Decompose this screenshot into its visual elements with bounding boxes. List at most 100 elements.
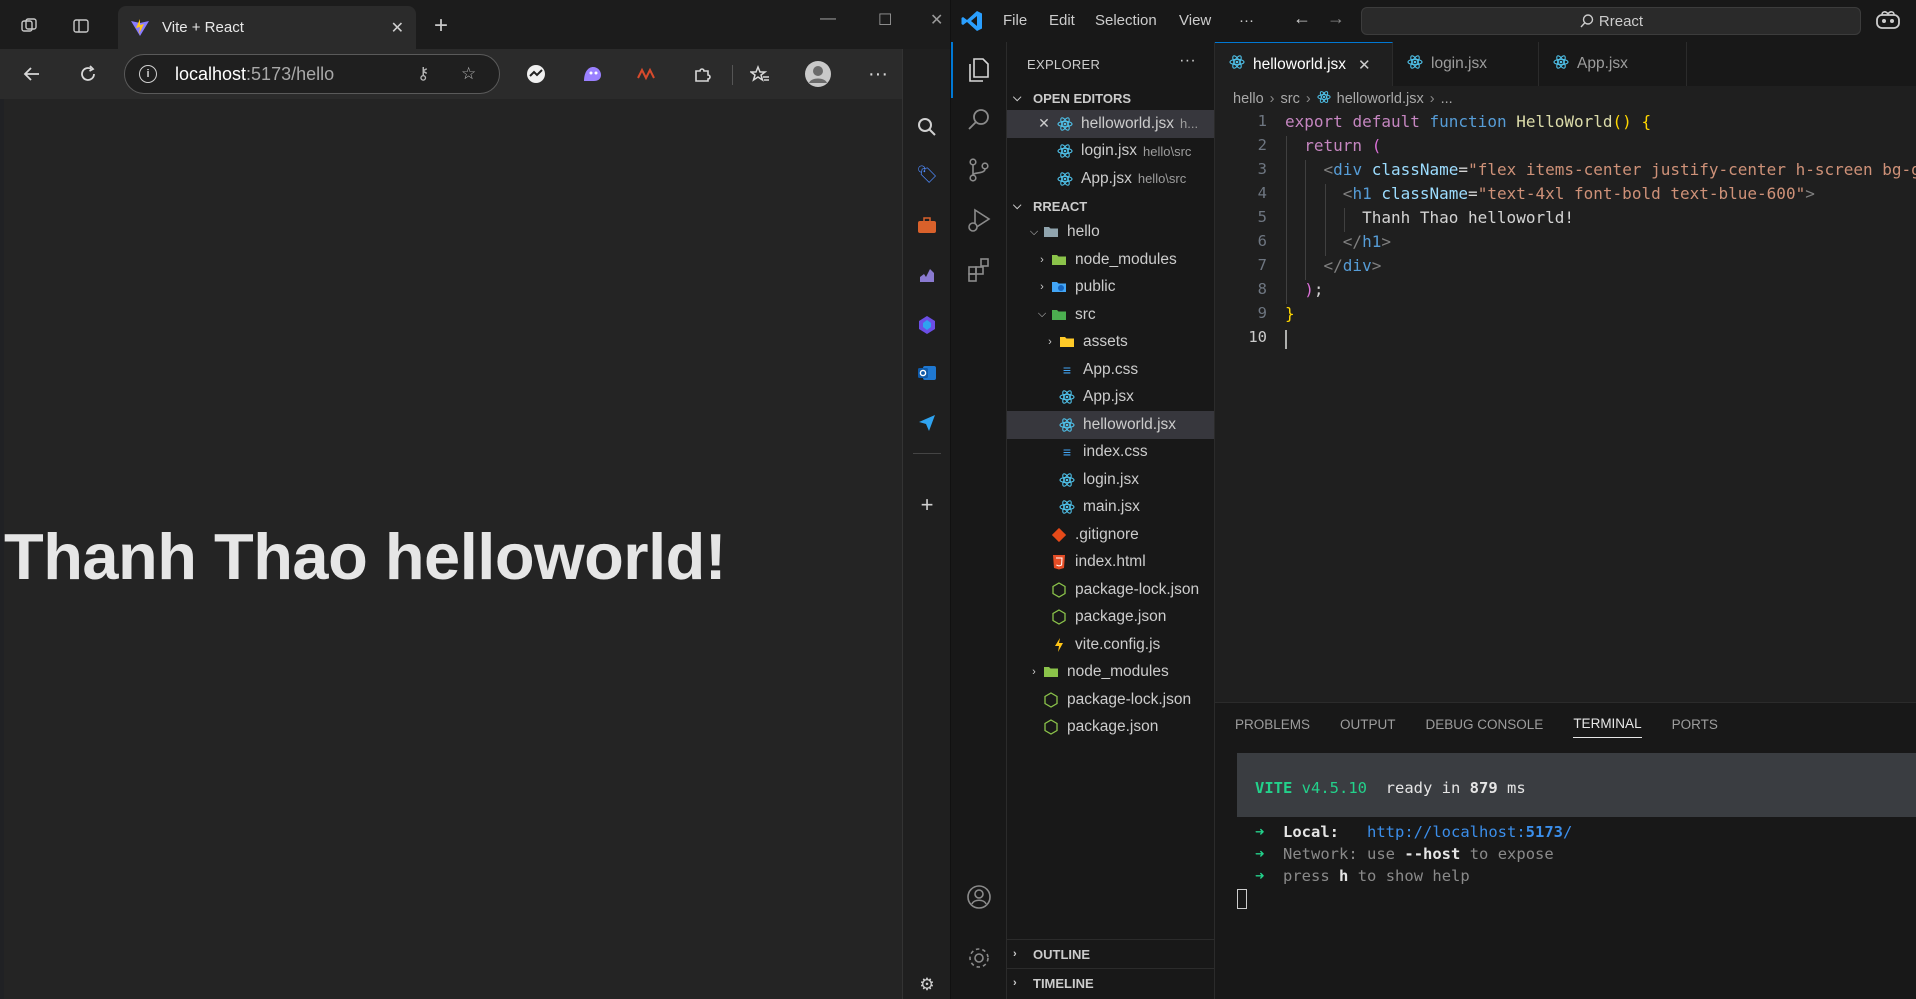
tree-folder-assets[interactable]: › assets [1007, 329, 1214, 357]
outlook-icon[interactable] [915, 361, 939, 385]
browser-toolbar: i localhost:5173/hello ⚷ ☆ ··· [0, 49, 950, 99]
open-editor-item[interactable]: App.jsx hello\src [1007, 165, 1214, 193]
tree-file-vite-config[interactable]: vite.config.js [1007, 631, 1214, 659]
tree-file-app-css[interactable]: ≡ App.css [1007, 356, 1214, 384]
tree-folder-node-modules[interactable]: › node_modules [1007, 246, 1214, 274]
open-editors-section[interactable]: ⌵ OPEN EDITORS [1007, 86, 1214, 110]
new-tab-icon[interactable]: + [426, 12, 456, 40]
tab-terminal[interactable]: TERMINAL [1573, 710, 1642, 738]
react-file-icon [1229, 54, 1245, 75]
explorer-icon[interactable] [963, 54, 995, 86]
shopping-tag-icon[interactable]: 🏷 [915, 163, 939, 187]
tree-file-gitignore[interactable]: .gitignore [1007, 521, 1214, 549]
refresh-icon[interactable] [72, 59, 104, 89]
sidebar-settings-icon[interactable]: ⚙ [915, 973, 939, 997]
breadcrumb-item[interactable]: helloworld.jsx [1337, 91, 1424, 107]
command-center[interactable]: Rreact [1361, 7, 1861, 35]
search-icon[interactable] [915, 115, 939, 139]
games-icon[interactable] [915, 263, 939, 287]
tree-file-index-css[interactable]: ≡ index.css [1007, 439, 1214, 467]
local-url-slash[interactable]: / [1563, 823, 1572, 841]
workspace-section[interactable]: ⌵ RREACT [1007, 195, 1214, 219]
tools-briefcase-icon[interactable] [915, 213, 939, 237]
open-editor-desc: hello\src [1137, 171, 1187, 187]
maximize-icon[interactable]: ☐ [878, 10, 892, 30]
tree-file-helloworld-jsx[interactable]: helloworld.jsx [1007, 411, 1214, 439]
key-icon[interactable]: ⚷ [417, 64, 429, 84]
address-bar[interactable]: i localhost:5173/hello ⚷ ☆ [124, 54, 500, 94]
copilot-icon[interactable] [1875, 9, 1901, 35]
tab-debug-console[interactable]: DEBUG CONSOLE [1426, 711, 1544, 738]
close-window-icon[interactable]: ✕ [930, 10, 943, 30]
extension-signal-icon[interactable] [630, 59, 662, 89]
tree-file-root-package-lock[interactable]: package-lock.json [1007, 686, 1214, 714]
workspaces-icon[interactable] [14, 12, 44, 40]
send-icon[interactable] [915, 411, 939, 435]
open-editor-item[interactable]: ✕ helloworld.jsx h... [1007, 110, 1214, 138]
add-sidebar-app-icon[interactable]: + [915, 492, 939, 517]
close-tab-icon[interactable]: ✕ [1358, 56, 1371, 74]
timeline-section[interactable]: › TIMELINE [1007, 969, 1215, 997]
site-info-icon[interactable]: i [139, 65, 157, 83]
breadcrumb-item[interactable]: ... [1441, 91, 1453, 107]
nav-forward-icon[interactable]: → [1327, 8, 1345, 29]
vertical-tabs-icon[interactable] [66, 12, 96, 40]
tab-helloworld-jsx[interactable]: helloworld.jsx ✕ [1215, 42, 1393, 86]
favorites-icon[interactable] [744, 59, 776, 89]
close-icon[interactable]: ✕ [1037, 115, 1051, 132]
explorer-more-icon[interactable]: ··· [1179, 52, 1196, 70]
menu-more[interactable]: ··· [1239, 12, 1254, 29]
nav-back-icon[interactable]: ← [1293, 8, 1311, 29]
breadcrumb-item[interactable]: hello [1233, 91, 1264, 107]
menu-edit[interactable]: Edit [1049, 12, 1075, 29]
tree-folder-hello[interactable]: ⌵ hello [1007, 219, 1214, 247]
favorite-star-icon[interactable]: ☆ [461, 64, 476, 84]
tab-app-jsx[interactable]: App.jsx [1539, 42, 1687, 86]
tree-folder-root-node-modules[interactable]: › node_modules [1007, 659, 1214, 687]
tree-file-package-json[interactable]: package.json [1007, 604, 1214, 632]
tree-file-index-html[interactable]: index.html [1007, 549, 1214, 577]
accounts-icon[interactable] [963, 881, 995, 913]
tree-label: main.jsx [1083, 498, 1140, 516]
browser-tab-active[interactable]: Vite + React ✕ [118, 6, 416, 49]
tree-folder-public[interactable]: › public [1007, 274, 1214, 302]
run-debug-icon[interactable] [963, 204, 995, 236]
menu-file[interactable]: File [1003, 12, 1027, 29]
tree-file-login-jsx[interactable]: login.jsx [1007, 466, 1214, 494]
extension-ghost-icon[interactable] [576, 59, 608, 89]
menu-selection[interactable]: Selection [1095, 12, 1157, 29]
tree-file-root-package-json[interactable]: package.json [1007, 714, 1214, 742]
breadcrumb-item[interactable]: src [1280, 91, 1299, 107]
open-editor-item[interactable]: login.jsx hello\src [1007, 138, 1214, 166]
ready-label: ready in [1385, 779, 1461, 797]
local-url[interactable]: http://localhost: [1367, 823, 1526, 841]
tab-problems[interactable]: PROBLEMS [1235, 711, 1310, 738]
active-indicator [951, 42, 953, 98]
source-control-icon[interactable] [963, 154, 995, 186]
tree-folder-src[interactable]: ⌵ src [1007, 301, 1214, 329]
minimize-icon[interactable]: — [820, 10, 836, 28]
tab-login-jsx[interactable]: login.jsx [1393, 42, 1539, 86]
microsoft-365-icon[interactable] [915, 313, 939, 337]
outline-section[interactable]: › OUTLINE [1007, 940, 1215, 968]
extensions-icon[interactable] [963, 254, 995, 286]
tab-ports[interactable]: PORTS [1672, 711, 1718, 738]
profile-avatar-icon[interactable] [802, 59, 834, 89]
tab-output[interactable]: OUTPUT [1340, 711, 1396, 738]
open-editor-name: login.jsx [1081, 142, 1137, 160]
search-icon[interactable] [963, 104, 995, 136]
close-tab-icon[interactable]: ✕ [391, 18, 404, 38]
extensions-puzzle-icon[interactable] [686, 59, 718, 89]
tree-file-package-lock[interactable]: package-lock.json [1007, 576, 1214, 604]
back-icon[interactable] [16, 59, 48, 89]
more-menu-icon[interactable]: ··· [862, 59, 894, 89]
open-editor-name: App.jsx [1081, 169, 1132, 187]
url-path: :5173/hello [246, 63, 335, 84]
tree-file-app-jsx[interactable]: App.jsx [1007, 384, 1214, 412]
menu-view[interactable]: View [1179, 12, 1211, 29]
manage-gear-icon[interactable] [963, 942, 995, 974]
css-file-icon: ≡ [1062, 444, 1072, 461]
tree-file-main-jsx[interactable]: main.jsx [1007, 494, 1214, 522]
local-url-port[interactable]: 5173 [1526, 823, 1563, 841]
performance-icon[interactable] [520, 59, 552, 89]
